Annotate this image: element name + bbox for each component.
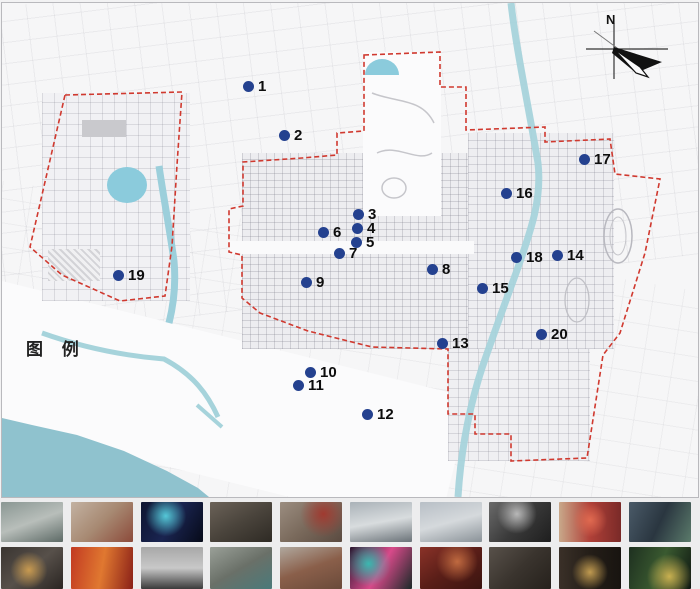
west-canal [159, 166, 175, 323]
thumbnail-row-2 [1, 547, 691, 589]
meeting-room-photo [280, 502, 342, 542]
thumbnail-row-1 [1, 502, 691, 542]
park-pond [365, 59, 399, 75]
historic-facade-photo [420, 502, 482, 542]
temple-entrance-photo [71, 502, 133, 542]
bw-historic-hall-photo [141, 547, 203, 589]
legend-title: 图 例 [26, 335, 86, 360]
dark-exhibit-machine-photo [489, 547, 551, 589]
exhibition-hall-photo [210, 502, 272, 542]
red-hanging-candles-photo [71, 547, 133, 589]
bay-water [2, 418, 209, 497]
city-map: 1234567891011121314151617181920 图 例 N [1, 2, 699, 498]
bw-figure-portrait-photo [489, 502, 551, 542]
red-museum-hall-photo [420, 547, 482, 589]
red-shrine-lanterns-photo [559, 502, 621, 542]
compass-n-label: N [606, 12, 615, 27]
golden-basket-artifact-photo [1, 547, 63, 589]
oval-plaza [565, 278, 589, 322]
storefront-awning-photo [1, 502, 63, 542]
colonial-arcade-photo [350, 502, 412, 542]
night-garden-lanterns-photo [629, 547, 691, 589]
stadium-infield [610, 217, 626, 255]
lake [107, 167, 147, 203]
temple-roofs-photo [280, 547, 342, 589]
park-paths [372, 93, 434, 198]
courtyard-pool-photo [210, 547, 272, 589]
museum-distribution-map-figure: 1234567891011121314151617181920 图 例 N [0, 0, 700, 589]
river-water [458, 3, 539, 497]
glowing-puppet-stage-photo [141, 502, 203, 542]
map-overlay [2, 3, 698, 497]
compass-north-arrow [586, 23, 668, 79]
photo-thumbnail-strip [0, 498, 700, 589]
west-district-boundary [30, 92, 182, 301]
colorful-lantern-puppets-photo [350, 547, 412, 589]
modern-walkway-photo [629, 502, 691, 542]
arched-exhibit-glow-photo [559, 547, 621, 589]
main-district-boundary [229, 52, 660, 461]
